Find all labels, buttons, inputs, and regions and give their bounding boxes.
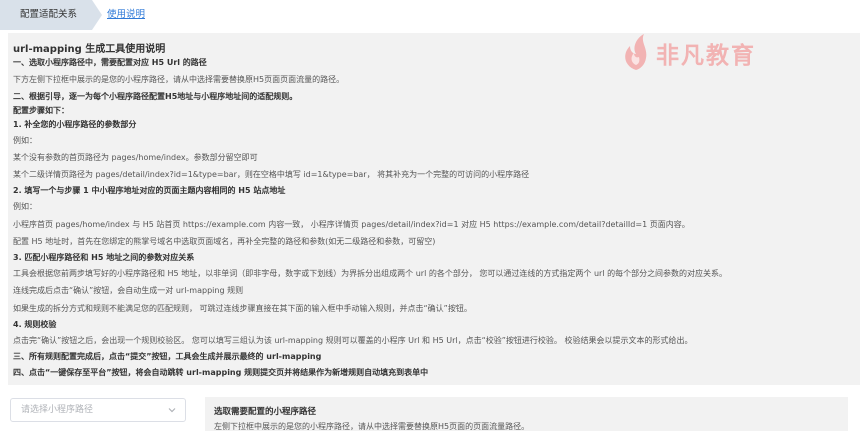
guide-subheading: 配置步骤如下： — [13, 106, 69, 115]
guide-step-heading: 二、根据引导，逐一为每个小程序路径配置H5地址与小程序地址间的适配规则。 — [13, 92, 298, 101]
top-tab-bar: 配置适配关系 使用说明 — [0, 0, 864, 30]
guide-text: 例如： — [13, 202, 37, 211]
step-panel: 选取需要配置的小程序路径 左侧下拉框中展示的是您的小程序路径，请从中选择需要替换… — [205, 397, 848, 431]
panel-title: 选取需要配置的小程序路径 — [214, 407, 317, 417]
flame-logo-icon — [625, 34, 647, 70]
guide-subheading: 2. 填写一个与步骤 1 中小程序地址对应的页面主题内容相同的 H5 站点地址 — [13, 186, 286, 195]
guide-text: 某个二级详情页路径为 pages/detail/index?id=1&type=… — [13, 170, 530, 179]
watermark-text: 非凡教育 — [656, 43, 756, 69]
guide-step-heading: 四、点击“一键保存至平台”按钮，将会自动跳转 url-mapping 规则提交页… — [13, 368, 429, 377]
guide-text: 如果生成的拆分方式和规则不能满足您的匹配规则， 可跳过连线步骤直接在其下面的输入… — [13, 304, 472, 313]
guide-text: 点击完“确认”按钮之后，会出现一个规则校验区。 您可以填写三组认为该 url-m… — [13, 336, 693, 345]
help-link[interactable]: 使用说明 — [107, 0, 145, 30]
guide-text: 连线完成后点击“确认”按钮，会自动生成一对 url-mapping 规则 — [13, 286, 244, 295]
guide-title: url-mapping 生成工具使用说明 — [13, 44, 166, 55]
tab-config-mapping[interactable]: 配置适配关系 — [0, 0, 92, 30]
mini-program-path-select[interactable]: 请选择小程序路径 — [10, 398, 186, 422]
guide-text: 配置 H5 地址时，首先在您绑定的熊掌号域名中选取页面域名，再补全完整的路径和参… — [13, 237, 436, 246]
guide-subheading: 1. 补全您的小程序路径的参数部分 — [13, 120, 137, 129]
guide-subheading: 4. 规则校验 — [13, 320, 57, 329]
guide-subheading: 3. 匹配小程序路径和 H5 地址之间的参数对应关系 — [13, 253, 195, 262]
tab-arrow — [92, 0, 102, 30]
select-placeholder: 请选择小程序路径 — [21, 405, 94, 415]
brand-watermark: 非凡教育 — [618, 32, 798, 72]
guide-text: 下方左侧下拉框中展示的是您的小程序路径，请从中选择需要替换原H5页面页面流量的路… — [13, 75, 345, 84]
panel-description: 左侧下拉框中展示的是您的小程序路径，请从中选择需要替换原H5页面的页面流量路径。 — [214, 422, 530, 431]
guide-text: 工具会根据您前两步填写好的小程序路径和 H5 地址，以非单词（即非字母，数字或下… — [13, 269, 728, 278]
guide-text: 某个没有参数的首页路径为 pages/home/index。参数部分留空即可 — [13, 153, 258, 162]
guide-step-heading: 三、所有规则配置完成后，点击“提交”按钮，工具会生成并展示最终的 url-map… — [13, 352, 322, 361]
chevron-down-icon — [168, 408, 176, 413]
guide-step-heading: 一、选取小程序路径中，需要配置对应 H5 Url 的路径 — [13, 58, 207, 67]
guide-text: 例如： — [13, 136, 37, 145]
guide-text: 小程序首页 pages/home/index 与 H5 站首页 https://… — [13, 220, 690, 229]
usage-guide: url-mapping 生成工具使用说明 一、选取小程序路径中，需要配置对应 H… — [8, 33, 860, 385]
